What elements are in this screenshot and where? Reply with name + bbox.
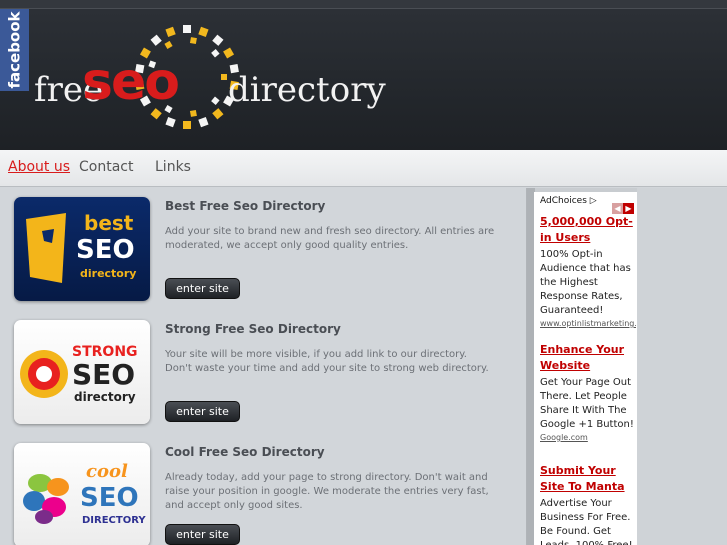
ad-link[interactable]: Enhance Your Website [540,342,636,374]
facebook-label: facebook [5,11,24,89]
entry-title[interactable]: Cool Free Seo Directory [165,445,325,459]
entry-description: Add your site to brand new and fresh seo… [165,226,495,251]
enter-site-button[interactable]: enter site [165,401,240,422]
entry-description: Your site will be more visible, if you a… [165,349,489,374]
ad-item: 5,000,000 Opt-in Users 100% Opt-in Audie… [540,214,636,328]
badge-line: best [84,211,134,235]
badge-line: SEO [72,358,136,391]
adchoices-link[interactable]: AdChoices ▷ [540,196,597,206]
ad-link[interactable]: Submit Your Site To Manta [540,463,636,495]
adchoices-label: AdChoices [540,196,587,206]
ad-item: Enhance Your Website Get Your Page Out T… [540,342,636,442]
badge-line: SEO [76,235,135,265]
directory-entry: best SEO directory Best Free Seo Directo… [14,197,524,307]
entry-title[interactable]: Best Free Seo Directory [165,199,325,213]
ad-next-icon[interactable]: ▶ [623,203,634,214]
badge-line: cool [86,461,128,482]
nav-contact[interactable]: Contact [79,159,133,175]
ad-prev-icon[interactable]: ◀ [612,203,623,214]
ad-nav: ◀ ▶ [612,196,636,214]
nav-about-us[interactable]: About us [8,159,70,175]
badge-line: SEO [80,483,139,513]
ad-text: Get Your Page Out There. Let People Shar… [540,377,634,430]
logo-seo-text: seo [82,52,180,112]
ad-link[interactable]: 5,000,000 Opt-in Users [540,214,636,246]
main-nav: About us Contact Links [0,150,727,187]
header-top-bar [0,0,727,9]
logo-directory-text: directory [228,70,386,110]
directory-entry: STRONG SEO directory Strong Free Seo Dir… [14,320,524,430]
ad-item: Submit Your Site To Manta Advertise Your… [540,463,636,545]
badge-line: DIRECTORY [82,515,146,526]
sidebar-background [637,188,727,545]
adchoices-icon: ▷ [589,196,597,206]
ad-url[interactable]: Google.com [540,433,636,442]
ad-text: Advertise Your Business For Free. Be Fou… [540,498,633,545]
nav-links[interactable]: Links [155,159,191,175]
enter-site-button[interactable]: enter site [165,278,240,299]
directory-entry: cool SEO DIRECTORY Cool Free Seo Directo… [14,443,524,545]
ad-url[interactable]: www.optinlistmarketing... [540,319,636,328]
entry-title[interactable]: Strong Free Seo Directory [165,322,341,336]
facebook-tab[interactable]: facebook [0,9,29,91]
ad-panel: AdChoices ▷ ◀ ▶ 5,000,000 Opt-in Users 10… [534,192,637,545]
site-logo[interactable]: free seo directory [32,22,392,132]
badge-line: directory [80,267,137,280]
badge-line: directory [74,390,136,404]
entry-description: Already today, add your page to strong d… [165,472,489,511]
strong-seo-badge[interactable]: STRONG SEO directory [14,320,150,424]
ad-text: 100% Opt-in Audience that has the Highes… [540,249,631,316]
enter-site-button[interactable]: enter site [165,524,240,545]
best-seo-badge[interactable]: best SEO directory [14,197,150,301]
cool-seo-badge[interactable]: cool SEO DIRECTORY [14,443,150,545]
